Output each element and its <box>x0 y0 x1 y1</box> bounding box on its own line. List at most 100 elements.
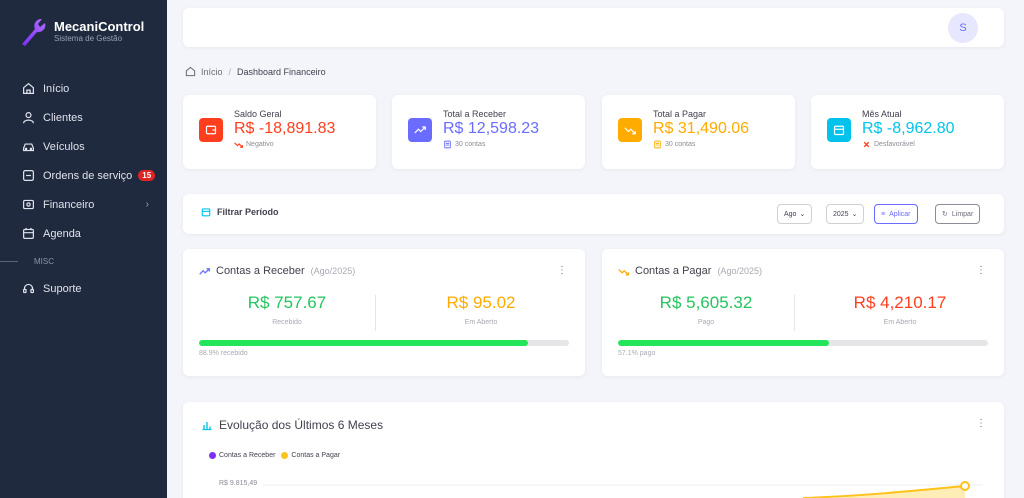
progress-fill <box>199 340 528 346</box>
open-value: R$ 95.02 <box>446 293 516 312</box>
stat-card-total-pagar: Total a Pagar R$ 31,490.06 30 contas <box>602 95 795 169</box>
open-column: R$ 4,210.17 Em Aberto <box>812 293 988 326</box>
stat-title: Total a Receber <box>443 109 507 119</box>
paid-value: R$ 5,605.32 <box>659 293 753 312</box>
received-column: R$ 757.67 Recebido <box>199 293 375 326</box>
document-icon <box>654 140 661 149</box>
year-select[interactable]: 2025 ⌄ <box>826 204 865 224</box>
progress-note: 57.1% pago <box>618 350 656 357</box>
user-avatar[interactable]: S <box>948 13 978 43</box>
progress-note: 88.9% recebido <box>199 350 248 357</box>
sidebar-nav: Início Clientes Veículos Ordens de servi… <box>0 74 167 303</box>
app-subtitle: Sistema de Gestão <box>54 33 123 43</box>
sidebar-item-label: Início <box>43 82 70 95</box>
app-name: MecaniControl <box>54 18 145 34</box>
stat-subtitle: 30 contas <box>653 140 695 149</box>
received-label: Recebido <box>272 319 302 326</box>
trending-down-icon <box>618 268 629 276</box>
stat-subtitle: 30 contas <box>443 140 485 149</box>
wallet-icon <box>199 118 223 142</box>
calendar-icon <box>23 227 34 239</box>
sidebar-item-veiculos[interactable]: Veículos <box>0 132 167 161</box>
headset-icon <box>23 283 34 294</box>
open-label: Em Aberto <box>883 319 917 326</box>
open-value: R$ 4,210.17 <box>853 293 947 312</box>
filter-icon: ≡ <box>881 210 886 218</box>
stat-value: R$ -18,891.83 <box>234 120 336 137</box>
trending-down-icon <box>618 118 642 142</box>
paid-label: Pago <box>697 319 715 326</box>
divider <box>375 295 376 331</box>
stat-value: R$ 31,490.06 <box>653 120 750 137</box>
wrench-logo-icon <box>22 18 46 46</box>
progress-fill <box>618 340 830 346</box>
card-title: Contas a Pagar (Ago/2025) <box>618 265 762 277</box>
stat-title: Total a Pagar <box>653 109 707 119</box>
stat-value: R$ 12,598.23 <box>443 120 540 137</box>
received-value: R$ 757.67 <box>247 293 327 312</box>
stat-card-total-receber: Total a Receber R$ 12,598.23 30 contas <box>392 95 585 169</box>
stat-title: Saldo Geral <box>234 109 282 119</box>
paid-progress-bar <box>618 340 988 346</box>
chevron-right-icon: › <box>145 199 149 210</box>
trending-up-icon <box>408 118 432 142</box>
sidebar-section-misc: MISC <box>0 248 167 274</box>
sidebar-item-label: Clientes <box>43 111 83 124</box>
wallet-icon <box>23 199 34 210</box>
top-navbar: S <box>183 8 1004 47</box>
stat-value: R$ -8,962.80 <box>862 120 955 137</box>
sidebar-item-financeiro[interactable]: Financeiro › <box>0 190 167 219</box>
chevron-down-icon: ⌄ <box>799 211 806 218</box>
chevron-down-icon: ⌄ <box>851 211 858 218</box>
car-icon <box>23 143 34 152</box>
card-period: (Ago/2025) <box>717 266 762 276</box>
apply-button[interactable]: ≡ Aplicar <box>874 204 918 224</box>
sidebar-item-ordens[interactable]: Ordens de serviço 15 <box>0 161 167 190</box>
calendar-icon <box>827 118 851 142</box>
receivables-card: Contas a Receber (Ago/2025) ⋮ R$ 757.67 … <box>183 249 585 376</box>
breadcrumb: Início / Dashboard Financeiro <box>185 66 326 77</box>
sidebar-item-label: Agenda <box>43 227 81 240</box>
open-label: Em Aberto <box>464 319 498 326</box>
filter-period-card: Filtrar Período Ago ⌄ 2025 ⌄ ≡ Aplicar ↻… <box>183 194 1004 234</box>
evolution-chart-card: Evolução dos Últimos 6 Meses ⋮ Contas a … <box>183 402 1004 498</box>
home-icon <box>23 82 34 94</box>
orders-count-badge: 15 <box>138 170 156 181</box>
breadcrumb-separator: / <box>228 66 232 77</box>
sidebar: MecaniControl Sistema de Gestão Início C… <box>0 0 167 498</box>
clipboard-icon <box>23 170 34 181</box>
x-icon <box>863 141 870 148</box>
sidebar-item-label: Financeiro <box>43 198 95 211</box>
stat-subtitle: Negativo <box>234 140 274 149</box>
payables-card: Contas a Pagar (Ago/2025) ⋮ R$ 5,605.32 … <box>602 249 1004 376</box>
chart-plot <box>263 481 983 498</box>
received-progress-bar <box>199 340 569 346</box>
more-options-icon[interactable]: ⋮ <box>557 265 567 276</box>
stat-card-mes-atual: Mês Atual R$ -8,962.80 Desfavorável <box>811 95 1004 169</box>
user-icon <box>23 112 34 124</box>
card-period: (Ago/2025) <box>310 266 356 276</box>
refresh-icon: ↻ <box>942 211 948 218</box>
sidebar-item-clientes[interactable]: Clientes <box>0 103 167 132</box>
filter-title: Filtrar Período <box>201 207 279 217</box>
sidebar-item-agenda[interactable]: Agenda <box>0 219 167 248</box>
stat-card-saldo-geral: Saldo Geral R$ -18,891.83 Negativo <box>183 95 376 169</box>
document-icon <box>444 140 451 149</box>
trending-down-icon <box>234 142 243 148</box>
clear-button[interactable]: ↻ Limpar <box>935 204 981 224</box>
divider <box>794 295 795 331</box>
paid-column: R$ 5,605.32 Pago <box>618 293 794 326</box>
sidebar-item-inicio[interactable]: Início <box>0 74 167 103</box>
sidebar-item-label: Ordens de serviço <box>43 169 133 182</box>
brand[interactable]: MecaniControl Sistema de Gestão <box>16 14 144 48</box>
breadcrumb-home[interactable]: Início <box>201 67 223 77</box>
breadcrumb-current: Dashboard Financeiro <box>237 66 326 77</box>
card-title: Contas a Receber (Ago/2025) <box>199 265 355 277</box>
home-icon <box>185 66 196 77</box>
trending-up-icon <box>199 267 210 275</box>
calendar-icon <box>201 208 211 217</box>
month-select[interactable]: Ago ⌄ <box>777 204 813 224</box>
more-options-icon[interactable]: ⋮ <box>976 265 986 276</box>
stat-subtitle: Desfavorável <box>862 140 915 149</box>
sidebar-item-suporte[interactable]: Suporte <box>0 274 167 303</box>
